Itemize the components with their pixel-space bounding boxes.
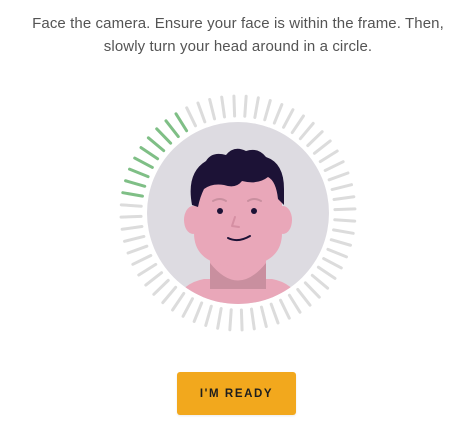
progress-tick — [131, 254, 153, 266]
progress-tick — [137, 262, 158, 277]
progress-tick — [279, 298, 291, 320]
progress-tick-complete — [133, 156, 154, 169]
progress-tick — [171, 291, 186, 312]
progress-tick — [306, 130, 324, 148]
progress-tick — [119, 203, 143, 208]
face-scan-screen: Face the camera. Ensure your face is wit… — [0, 0, 476, 430]
progress-tick — [259, 305, 268, 329]
progress-tick — [204, 304, 213, 327]
progress-tick — [269, 302, 280, 325]
progress-tick — [316, 265, 337, 280]
progress-tick — [322, 257, 343, 270]
progress-tick — [272, 103, 284, 125]
progress-tick — [310, 273, 330, 290]
progress-tick — [318, 149, 339, 164]
progress-tick — [332, 228, 355, 235]
progress-tick — [250, 307, 256, 331]
progress-tick — [326, 247, 348, 259]
progress-tick — [185, 106, 197, 128]
scanner-graphic — [119, 94, 357, 332]
progress-tick — [290, 114, 305, 135]
progress-tick — [120, 225, 144, 231]
progress-tick — [263, 99, 272, 122]
progress-tick-complete — [139, 146, 160, 161]
progress-tick — [192, 301, 204, 323]
progress-tick-complete — [124, 179, 147, 188]
progress-tick — [243, 94, 248, 118]
progress-tick — [329, 238, 352, 247]
progress-tick — [152, 278, 170, 296]
face-scanner — [108, 93, 368, 333]
progress-tick — [232, 94, 237, 118]
progress-tick-complete — [128, 167, 150, 179]
instruction-text: Face the camera. Ensure your face is wit… — [0, 12, 476, 58]
im-ready-button[interactable]: I'M READY — [177, 372, 296, 415]
progress-tick — [208, 97, 217, 121]
progress-tick — [323, 160, 345, 172]
progress-tick — [330, 183, 354, 192]
progress-tick-complete — [155, 127, 173, 145]
progress-tick-complete — [174, 112, 189, 133]
progress-tick — [327, 171, 350, 182]
progress-tick-complete — [146, 136, 166, 153]
progress-tick — [298, 121, 315, 141]
progress-tick — [216, 307, 223, 330]
progress-tick — [312, 139, 332, 155]
progress-tick — [228, 308, 233, 332]
progress-tick — [296, 287, 312, 307]
instruction-line-2: slowly turn your head around in a circle… — [103, 38, 373, 55]
instruction-line-1: Face the camera. Ensure your face is wit… — [32, 15, 444, 32]
progress-tick — [239, 308, 244, 332]
progress-tick — [144, 271, 164, 287]
progress-tick — [287, 293, 302, 314]
progress-tick — [220, 95, 226, 119]
progress-tick — [161, 285, 178, 305]
progress-tick — [181, 297, 194, 318]
progress-tick — [332, 195, 356, 201]
progress-tick — [126, 244, 149, 255]
progress-tick-complete — [164, 119, 180, 139]
progress-tick — [122, 234, 146, 243]
progress-tick — [196, 101, 207, 124]
progress-tick — [333, 218, 357, 223]
progress-tick — [282, 108, 295, 129]
progress-tick — [253, 96, 260, 119]
progress-tick-complete — [121, 191, 144, 198]
progress-tick — [303, 281, 321, 299]
progress-tick — [333, 207, 357, 212]
progress-tick — [119, 214, 143, 219]
